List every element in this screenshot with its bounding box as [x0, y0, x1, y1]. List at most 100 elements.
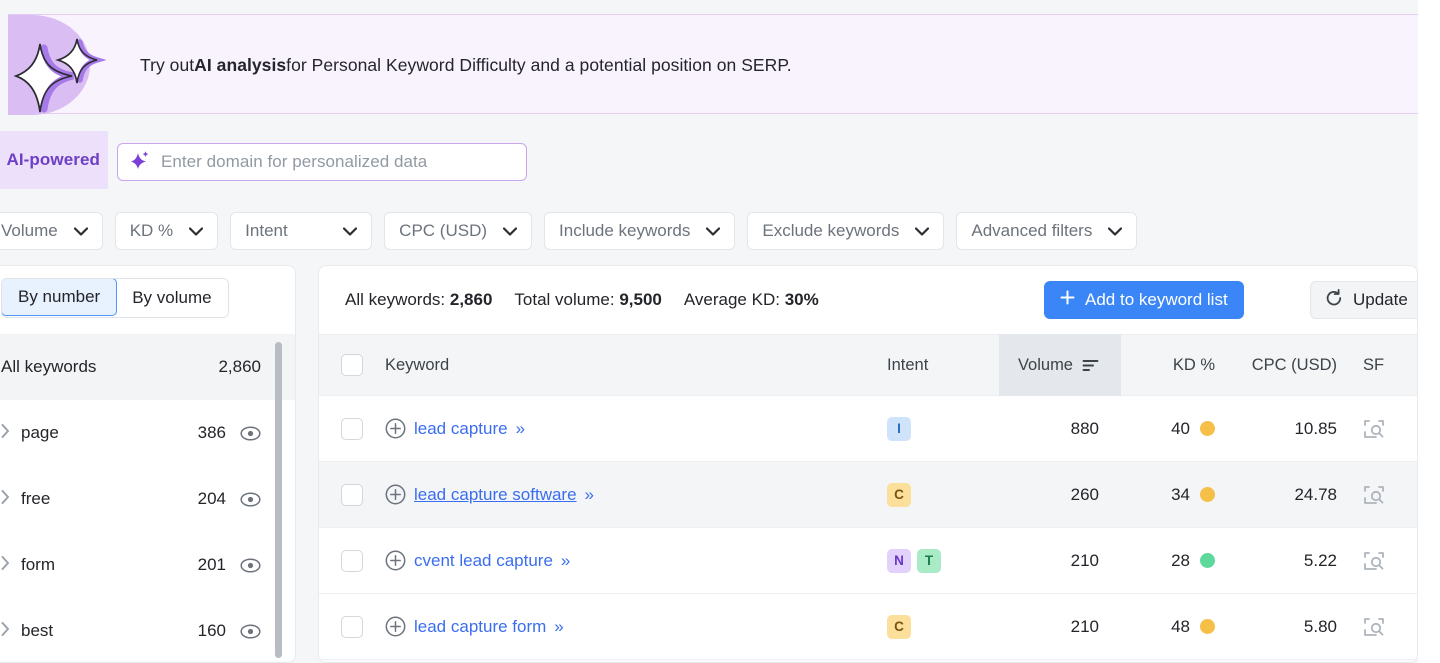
plus-icon	[1060, 290, 1075, 310]
stat-average-kd-value: 30%	[784, 290, 819, 309]
table-row[interactable]: cvent lead capture » N T 210 28 5.22	[319, 528, 1417, 594]
serp-feature-icon[interactable]	[1363, 485, 1385, 505]
keyword-link[interactable]: lead capture software	[414, 485, 577, 505]
row-kd-value: 40	[1171, 418, 1190, 438]
row-kd-value: 34	[1171, 484, 1190, 504]
sort-descending-icon[interactable]	[1082, 359, 1099, 372]
row-keyword-cell: lead capture »	[385, 418, 887, 439]
sparkle-icon-input	[130, 150, 150, 175]
sidebar-item-form-label: form	[21, 555, 55, 574]
row-checkbox-cell	[319, 417, 385, 440]
row-kd-value: 28	[1171, 550, 1190, 570]
table-row[interactable]: lead capture software » C 260 34 24.78	[319, 462, 1417, 528]
column-header-intent[interactable]: Intent	[887, 356, 999, 375]
kd-difficulty-dot	[1200, 619, 1215, 634]
keyword-expand-chevrons[interactable]: »	[585, 485, 595, 505]
domain-input-placeholder: Enter domain for personalized data	[161, 152, 428, 171]
eye-icon[interactable]	[240, 557, 261, 573]
intent-badge-informational[interactable]: I	[887, 416, 911, 441]
keyword-expand-chevrons[interactable]: »	[561, 551, 571, 571]
row-sf-cell	[1355, 551, 1417, 571]
row-checkbox[interactable]	[341, 483, 363, 506]
keyword-expand-chevrons[interactable]: »	[516, 419, 526, 439]
chevron-right-icon[interactable]	[1, 622, 21, 640]
sidebar-item-form[interactable]: form 201	[0, 532, 295, 598]
kd-difficulty-dot	[1200, 421, 1215, 436]
ai-powered-chip: AI-powered	[0, 131, 108, 189]
segment-by-volume[interactable]: By volume	[116, 279, 228, 317]
filter-advanced[interactable]: Advanced filters	[956, 212, 1138, 250]
keyword-magic-tool-screen: Try out AI analysis for Personal Keyword…	[0, 0, 1440, 663]
segment-by-number[interactable]: By number	[1, 279, 118, 316]
row-cpc-cell: 10.85	[1294, 418, 1337, 438]
filter-volume[interactable]: Volume	[0, 212, 103, 250]
sidebar-item-page[interactable]: page 386	[0, 400, 295, 466]
stat-total-volume: Total volume: 9,500	[514, 290, 661, 310]
domain-input[interactable]: Enter domain for personalized data	[117, 143, 527, 181]
plus-circle-icon[interactable]	[385, 616, 406, 637]
chevron-right-icon[interactable]	[1, 424, 21, 442]
eye-icon[interactable]	[240, 491, 261, 507]
row-checkbox[interactable]	[341, 615, 363, 638]
select-all-checkbox-cell	[319, 354, 385, 376]
eye-icon[interactable]	[240, 425, 261, 441]
sidebar-item-best-label: best	[21, 621, 54, 640]
stat-total-volume-value: 9,500	[619, 290, 662, 309]
row-checkbox-cell	[319, 549, 385, 572]
row-volume-cell: 880	[1070, 418, 1099, 438]
intent-badge-commercial[interactable]: C	[887, 614, 911, 639]
chevron-right-icon[interactable]	[1, 556, 21, 574]
column-header-kd-label: KD %	[1172, 355, 1215, 374]
serp-feature-icon[interactable]	[1363, 617, 1385, 637]
filter-include-keywords[interactable]: Include keywords	[544, 212, 736, 250]
sidebar-scrollbar[interactable]	[275, 342, 282, 658]
keyword-link[interactable]: lead capture form	[414, 617, 546, 637]
sidebar-item-free[interactable]: free 204	[0, 466, 295, 532]
keyword-link[interactable]: lead capture	[414, 419, 508, 439]
column-header-keyword-label: Keyword	[385, 355, 450, 374]
plus-circle-icon[interactable]	[385, 484, 406, 505]
ai-powered-label: AI-powered	[6, 150, 100, 169]
intent-badge-commercial[interactable]: C	[887, 482, 911, 507]
keyword-expand-chevrons[interactable]: »	[554, 617, 564, 637]
filter-cpc-label: CPC (USD)	[399, 221, 488, 240]
row-kd-cell: 28	[1121, 551, 1233, 571]
select-all-checkbox[interactable]	[341, 354, 363, 376]
table-row[interactable]: lead capture form » C 210 48 5.80	[319, 594, 1417, 660]
all-keywords-count: 2,860	[218, 357, 261, 376]
column-header-keyword[interactable]: Keyword	[385, 356, 887, 375]
keyword-groups-sidebar: By number By volume All keywords 2,860 p…	[0, 265, 296, 663]
column-header-volume[interactable]: Volume	[999, 334, 1121, 396]
row-checkbox[interactable]	[341, 417, 363, 440]
table-row[interactable]: lead capture » I 880 40 10.85	[319, 396, 1417, 462]
intent-badge-navigational[interactable]: N	[887, 548, 911, 573]
sidebar-item-all-keywords[interactable]: All keywords 2,860	[0, 334, 295, 400]
filter-kd[interactable]: KD %	[114, 212, 219, 250]
ai-powered-search-row: AI-powered Enter domain for personalized…	[0, 131, 1418, 189]
filter-cpc[interactable]: CPC (USD)	[384, 212, 533, 250]
keyword-link[interactable]: cvent lead capture	[414, 551, 553, 571]
plus-circle-icon[interactable]	[385, 550, 406, 571]
filter-exclude-keywords[interactable]: Exclude keywords	[747, 212, 945, 250]
filter-intent[interactable]: Intent	[230, 212, 373, 250]
chevron-down-icon	[73, 221, 88, 241]
eye-icon[interactable]	[240, 623, 261, 639]
serp-feature-icon[interactable]	[1363, 551, 1385, 571]
column-header-sf[interactable]: SF	[1355, 355, 1417, 375]
row-checkbox[interactable]	[341, 549, 363, 572]
intent-badge-transactional[interactable]: T	[917, 548, 941, 573]
plus-circle-icon[interactable]	[385, 418, 406, 439]
chevron-right-icon[interactable]	[1, 490, 21, 508]
kd-difficulty-dot	[1200, 487, 1215, 502]
sidebar-item-best-count: 160	[197, 621, 226, 640]
banner-text-suffix: for Personal Keyword Difficulty and a po…	[286, 54, 792, 75]
sidebar-item-best[interactable]: best 160	[0, 598, 295, 662]
segment-by-volume-label: By volume	[132, 288, 212, 307]
column-header-kd[interactable]: KD %	[1121, 356, 1233, 375]
row-sf-cell	[1355, 485, 1417, 505]
column-header-sf-label: SF	[1363, 355, 1385, 374]
add-to-keyword-list-button[interactable]: Add to keyword list	[1044, 281, 1244, 319]
serp-feature-icon[interactable]	[1363, 419, 1385, 439]
column-header-cpc[interactable]: CPC (USD)	[1233, 356, 1355, 375]
update-metrics-button[interactable]: Update	[1310, 281, 1417, 319]
